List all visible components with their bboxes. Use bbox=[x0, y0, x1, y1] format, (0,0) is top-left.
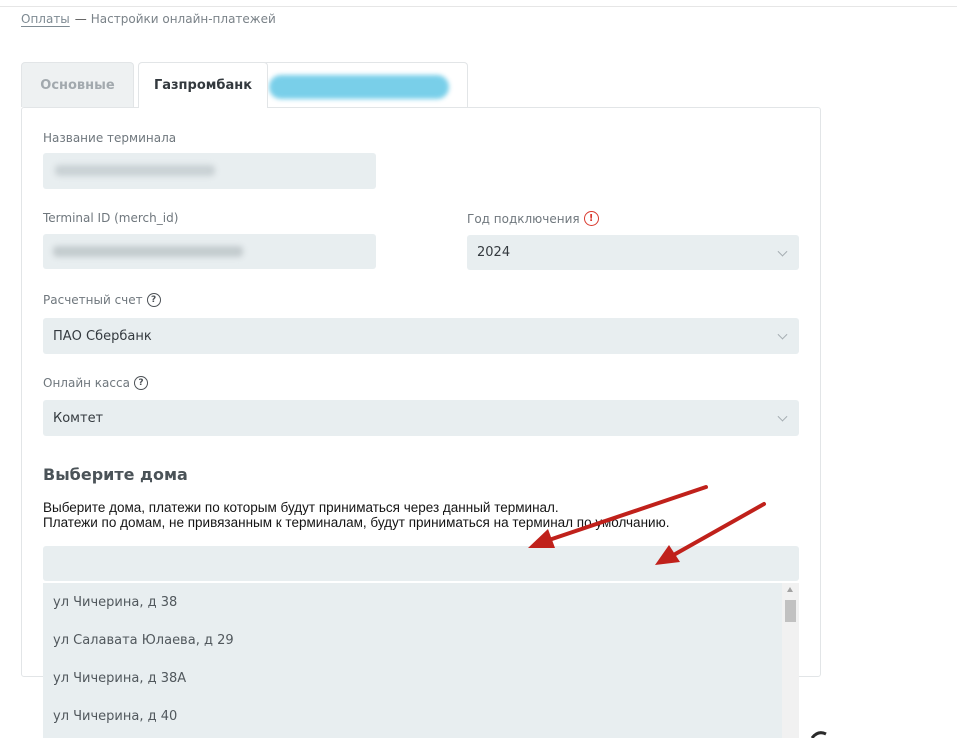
help-icon[interactable]: ? bbox=[146, 293, 161, 307]
list-scrollbar[interactable] bbox=[782, 583, 799, 738]
breadcrumb: Оплаты — Настройки онлайн-платежей bbox=[21, 12, 276, 26]
tab-blurred[interactable] bbox=[262, 62, 468, 107]
breadcrumb-separator: — bbox=[74, 12, 87, 26]
account-value: ПАО Сбербанк bbox=[53, 328, 152, 344]
chevron-down-icon bbox=[777, 246, 788, 257]
chevron-down-icon bbox=[777, 329, 788, 340]
terminal-id-label: Terminal ID (merch_id) bbox=[43, 211, 178, 225]
terminal-name-field[interactable] bbox=[43, 153, 376, 189]
breadcrumb-link-payments[interactable]: Оплаты bbox=[21, 12, 70, 26]
terminal-name-label: Название терминала bbox=[43, 131, 176, 145]
alert-icon[interactable]: ! bbox=[583, 211, 599, 226]
top-divider bbox=[0, 6, 957, 7]
cashbox-label: Онлайн касса ? bbox=[43, 376, 148, 390]
corner-mark bbox=[810, 731, 827, 738]
chevron-down-icon bbox=[777, 411, 788, 422]
account-label-text: Расчетный счет bbox=[43, 293, 143, 307]
list-item[interactable]: ул Салавата Юлаева, д 29 bbox=[43, 622, 799, 660]
redacted-terminal-id bbox=[53, 246, 243, 257]
breadcrumb-current: Настройки онлайн-платежей bbox=[90, 12, 276, 26]
houses-description: Выберите дома, платежи по которым будут … bbox=[43, 500, 669, 530]
year-select[interactable]: 2024 bbox=[467, 235, 799, 270]
cashbox-label-text: Онлайн касса bbox=[43, 376, 130, 390]
year-label: Год подключения ! bbox=[467, 211, 599, 226]
scroll-thumb[interactable] bbox=[785, 600, 796, 622]
tab-main-label: Основные bbox=[40, 77, 115, 93]
terminal-name-label-text: Название терминала bbox=[43, 131, 177, 145]
cashbox-select[interactable]: Комтет bbox=[43, 400, 799, 436]
houses-list: ул Чичерина, д 38 ул Салавата Юлаева, д … bbox=[43, 583, 799, 738]
list-item[interactable]: ул Чичерина, д 38 bbox=[43, 584, 799, 622]
year-value: 2024 bbox=[477, 245, 511, 260]
houses-description-line1: Выберите дома, платежи по которым будут … bbox=[43, 500, 559, 515]
houses-description-line2: Платежи по домам, не привязанным к терми… bbox=[43, 515, 670, 530]
terminal-id-label-text: Terminal ID (merch_id) bbox=[43, 211, 179, 225]
scroll-up-arrow-icon[interactable] bbox=[787, 587, 793, 592]
year-label-text: Год подключения bbox=[467, 211, 580, 226]
account-label: Расчетный счет ? bbox=[43, 293, 161, 307]
tab-gazprombank[interactable]: Газпромбанк bbox=[138, 62, 268, 108]
list-item[interactable]: ул Чичерина, д 38А bbox=[43, 660, 799, 698]
tab-blurred-label bbox=[269, 75, 449, 99]
list-item[interactable]: ул Чичерина, д 40 bbox=[43, 698, 799, 736]
houses-search-input[interactable] bbox=[43, 546, 799, 581]
redacted-terminal-name bbox=[55, 165, 215, 176]
terminal-id-field[interactable] bbox=[43, 234, 376, 269]
tab-gazprombank-label: Газпромбанк bbox=[153, 78, 253, 93]
help-icon[interactable]: ? bbox=[133, 376, 148, 390]
account-select[interactable]: ПАО Сбербанк bbox=[43, 318, 799, 354]
tab-main[interactable]: Основные bbox=[21, 62, 134, 107]
cashbox-value: Комтет bbox=[53, 410, 104, 426]
houses-title: Выберите дома bbox=[43, 465, 188, 484]
